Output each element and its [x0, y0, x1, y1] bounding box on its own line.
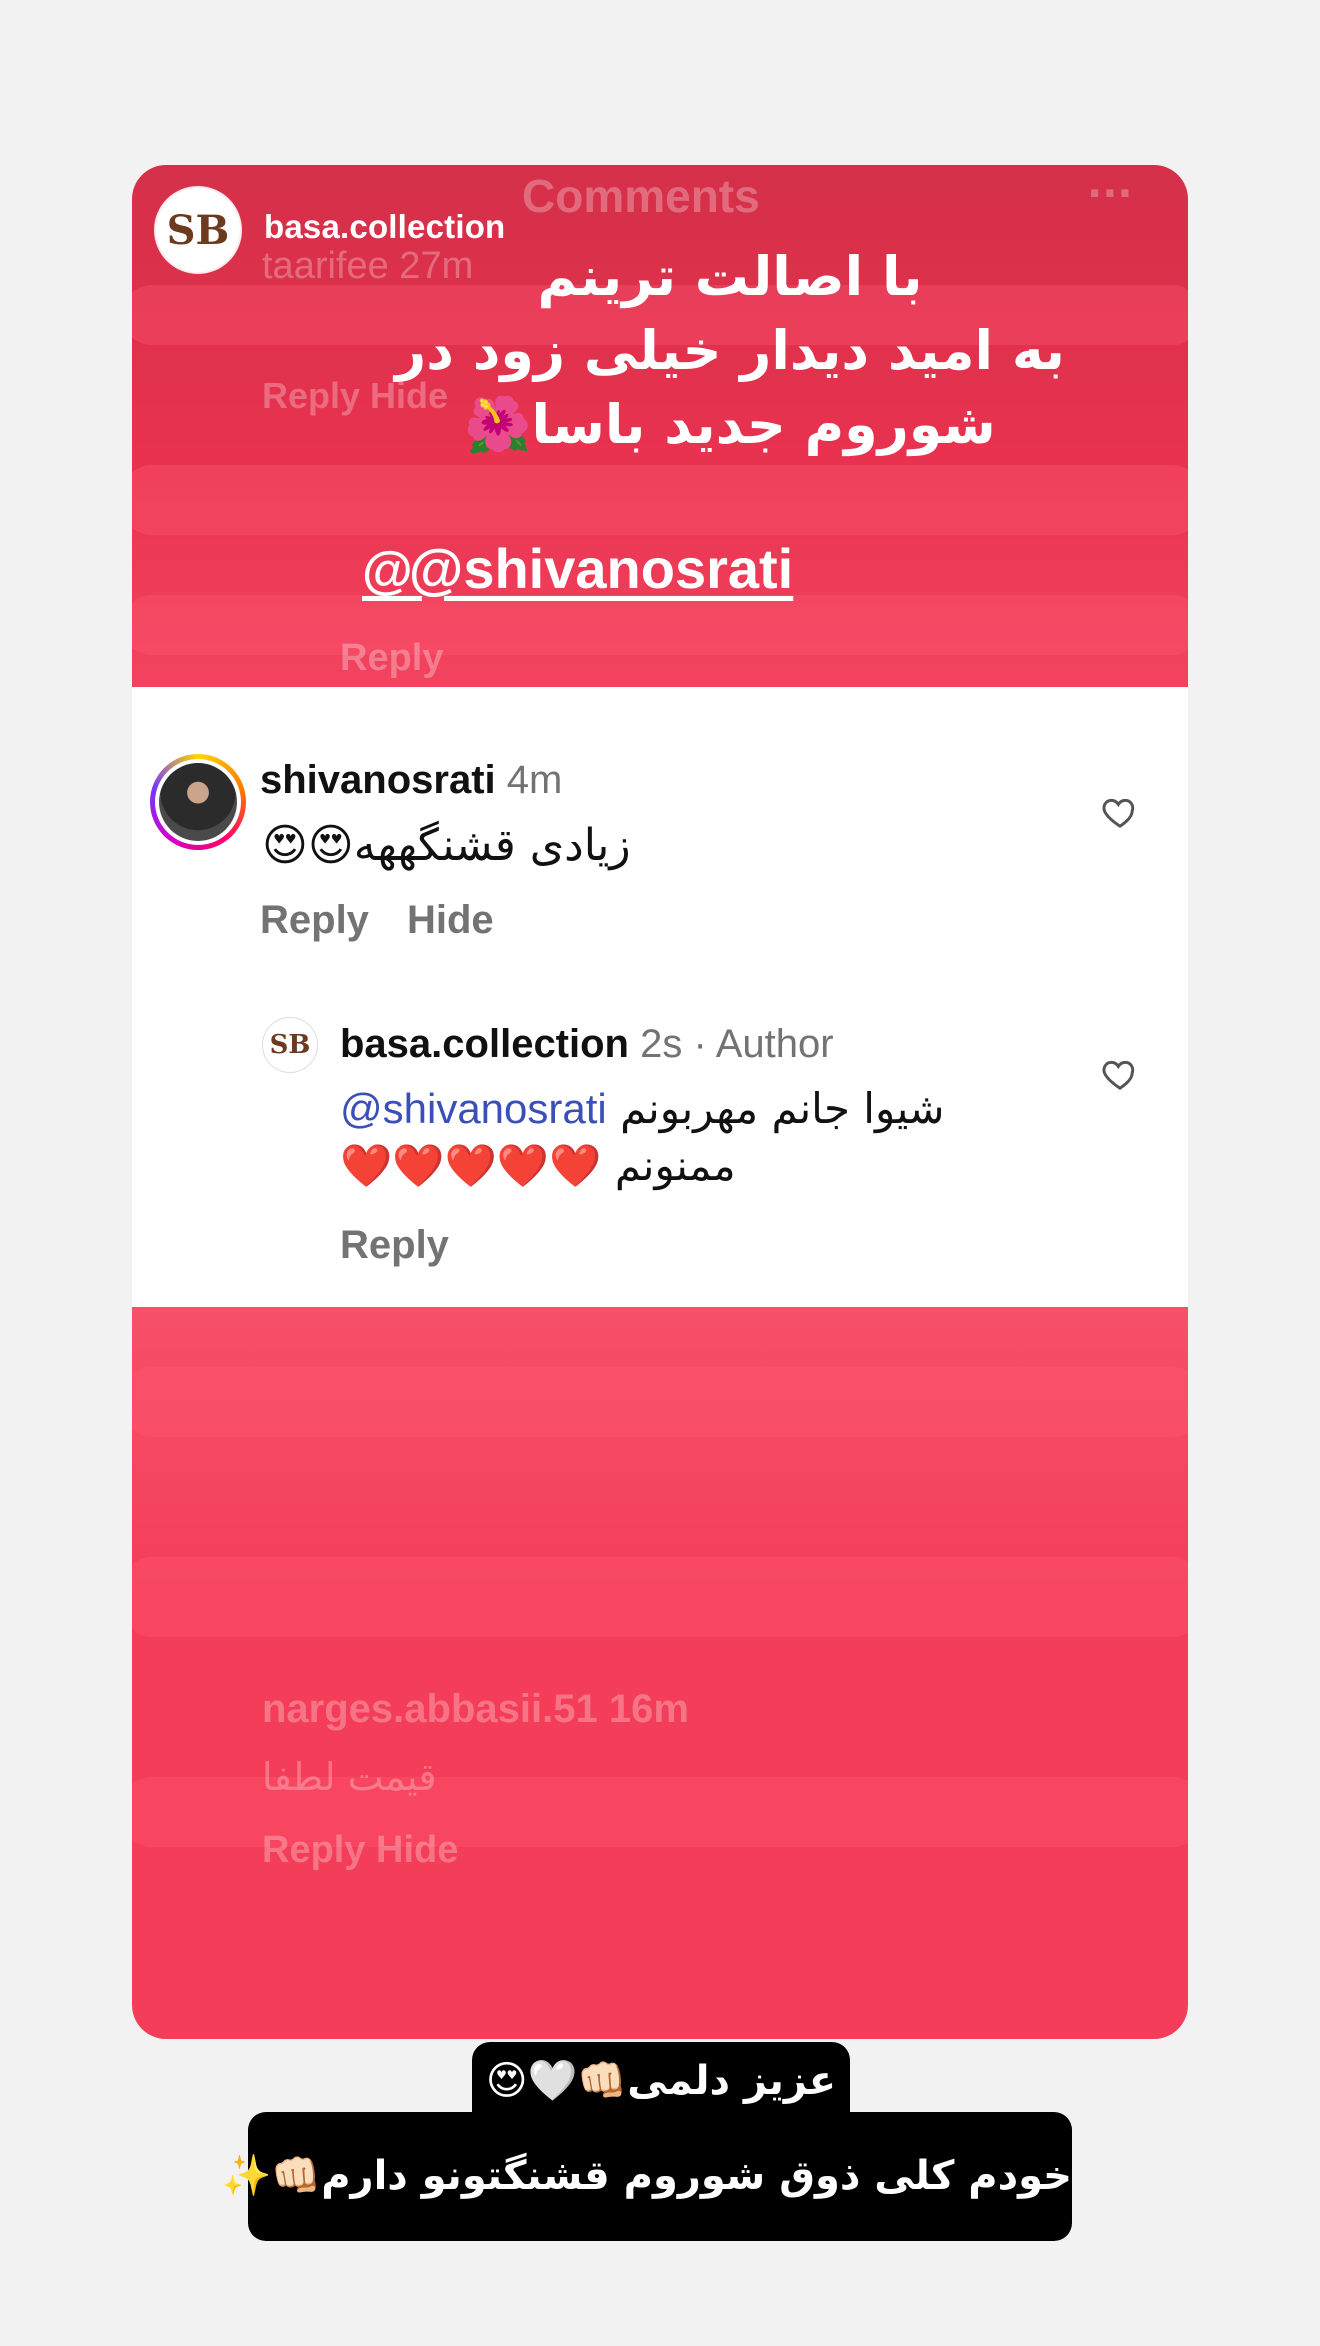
- brush-stroke: [132, 595, 1188, 655]
- reply-time: 2s: [640, 1022, 683, 1066]
- comment-text: زیادی قشنگههه😍😍: [262, 820, 631, 871]
- ghost-user2: narges.abbasii.51 16m: [262, 1687, 689, 1731]
- ghost-title: Comments: [522, 170, 760, 222]
- comment-username[interactable]: shivanosrati: [260, 758, 496, 802]
- reply-text-line2: ممنونم ❤️❤️❤️❤️❤️: [340, 1141, 736, 1190]
- reply-text-line1: شیوا جانم مهربونم: [620, 1084, 945, 1133]
- reply-username[interactable]: basa.collection: [340, 1022, 629, 1066]
- comment-time: 4m: [506, 758, 563, 802]
- story-overlay-text: با اصالت ترینم به امید دیدار خیلی زود در…: [330, 240, 1130, 462]
- brush-stroke: [132, 1367, 1188, 1437]
- caption-line-1: عزیز دلمی👊🏻🤍😍: [472, 2042, 850, 2120]
- author-badge: · Author: [693, 1022, 834, 1066]
- commenter-avatar[interactable]: [150, 754, 246, 850]
- ghost-menu: ···: [1087, 171, 1133, 217]
- account-avatar[interactable]: SB: [156, 188, 240, 272]
- avatar-frame: [155, 759, 241, 845]
- reply-button[interactable]: Reply: [340, 1223, 449, 1267]
- red-highlight-bottom: [132, 1307, 1188, 2039]
- hide-button[interactable]: Hide: [407, 898, 494, 942]
- mention-handle: @shivanosrati: [408, 537, 794, 600]
- overlay-line-3: شوروم جدید باسا🌺: [464, 393, 996, 456]
- heart-icon[interactable]: [1100, 1054, 1140, 1094]
- logo-icon: SB: [166, 206, 230, 254]
- reply-avatar[interactable]: SB: [262, 1017, 318, 1073]
- overlay-line-1: با اصالت ترینم: [537, 245, 923, 308]
- reply-actions: Reply: [340, 1223, 487, 1268]
- overlay-line-2: به امید دیدار خیلی زود در: [395, 319, 1065, 382]
- mention-sticker[interactable]: @@shivanosrati: [362, 536, 793, 601]
- heart-icon[interactable]: [1100, 792, 1140, 832]
- reply-mention[interactable]: @shivanosrati: [340, 1085, 607, 1132]
- reply-button[interactable]: Reply: [260, 898, 369, 942]
- avatar-photo: [159, 763, 237, 841]
- brush-stroke: [132, 465, 1188, 535]
- comment-actions: Reply Hide: [260, 898, 532, 943]
- logo-icon: SB: [269, 1030, 311, 1060]
- reply-header: basa.collection 2s · Author: [340, 1022, 834, 1067]
- ghost-user2-actions: Reply Hide: [262, 1829, 459, 1871]
- threads-icon: @: [362, 542, 413, 600]
- comment-header: shivanosrati 4m: [260, 758, 562, 803]
- ghost-user2-text: قیمت لطفا: [262, 1755, 437, 1799]
- ghost-reply: Reply: [340, 637, 444, 679]
- caption-line-2: خودم کلی ذوق شوروم قشنگتونو دارم👊🏻✨: [222, 2112, 1072, 2241]
- brush-stroke: [132, 1557, 1188, 1637]
- reply-text: @shivanosrati شیوا جانم مهربونم ممنونم ❤…: [340, 1084, 1040, 1191]
